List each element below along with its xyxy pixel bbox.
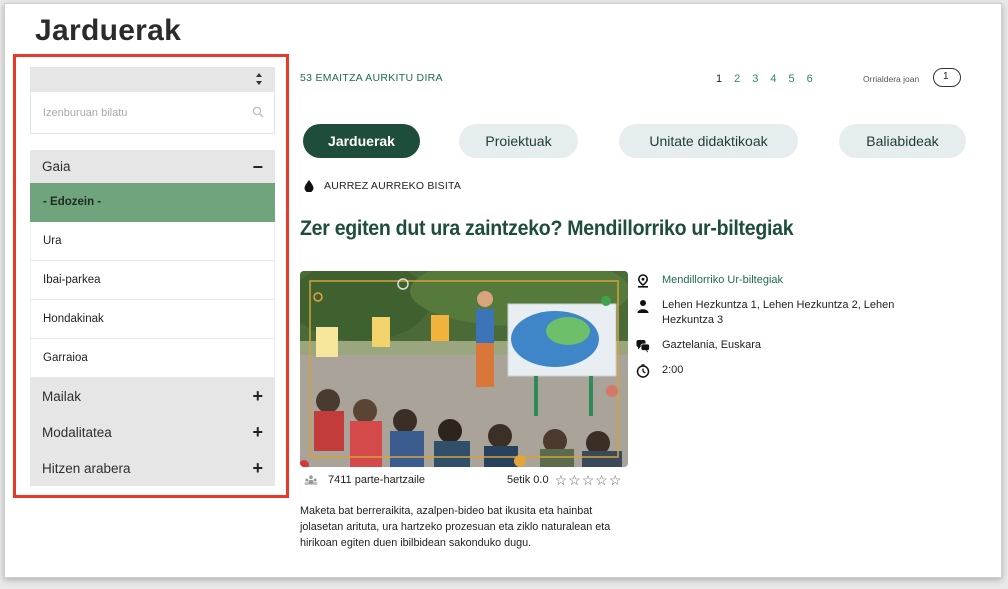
filter-section-mailak[interactable]: Mailak + (30, 378, 275, 414)
tab-jarduerak[interactable]: Jarduerak (303, 124, 420, 158)
search-input[interactable] (31, 92, 274, 133)
filter-section-modalitatea[interactable]: Modalitatea + (30, 414, 275, 450)
page-title: Jarduerak (35, 14, 182, 47)
expand-icon[interactable]: + (252, 459, 263, 477)
tab-unitate-didaktikoak[interactable]: Unitate didaktikoak (619, 124, 798, 158)
filter-section-label: Gaia (42, 159, 71, 174)
location-pin-icon (637, 274, 649, 288)
meta-duration: 2:00 (636, 363, 926, 378)
search-box (30, 92, 275, 134)
tab-baliabideak[interactable]: Baliabideak (839, 124, 966, 158)
activity-meta: Mendillorriko Ur-biltegiak Lehen Hezkunt… (636, 273, 926, 388)
chat-bubbles-icon (636, 340, 650, 353)
star-icon[interactable]: ☆ (609, 473, 622, 487)
meta-location: Mendillorriko Ur-biltegiak (636, 273, 926, 288)
levels-text: Lehen Hezkuntza 1, Lehen Hezkuntza 2, Le… (662, 299, 895, 326)
meta-levels: Lehen Hezkuntza 1, Lehen Hezkuntza 2, Le… (636, 298, 926, 328)
location-link[interactable]: Mendillorriko Ur-biltegiak (662, 273, 783, 288)
expand-icon[interactable]: + (252, 423, 263, 441)
activity-photo-image (300, 271, 628, 467)
star-icon[interactable]: ☆ (555, 473, 568, 487)
pagination: 1 2 3 4 5 6 (716, 73, 813, 85)
filter-item-any[interactable]: - Edozein - (30, 183, 275, 222)
page-link-2[interactable]: 2 (734, 73, 740, 85)
page-link-3[interactable]: 3 (752, 73, 758, 85)
filter-sidebar: Gaia − - Edozein - Ura Ibai-parkea Honda… (30, 67, 275, 486)
filter-section-gaia[interactable]: Gaia − (30, 150, 275, 183)
duration-text: 2:00 (662, 364, 684, 376)
rating-stars[interactable]: ☆ ☆ ☆ ☆ ☆ (555, 473, 622, 487)
filter-item-ibai-parkea[interactable]: Ibai-parkea (30, 261, 275, 300)
sort-arrows-icon (256, 73, 262, 85)
star-icon[interactable]: ☆ (595, 473, 608, 487)
expand-icon[interactable]: + (252, 387, 263, 405)
participants-count: 7411 parte-hartzaile (328, 474, 426, 486)
filter-section-hitzen-arabera[interactable]: Hitzen arabera + (30, 450, 275, 486)
filter-section-label: Hitzen arabera (42, 460, 131, 476)
page-link-5[interactable]: 5 (789, 73, 795, 85)
tab-proiektuak[interactable]: Proiektuak (459, 124, 578, 158)
group-icon (304, 475, 318, 485)
activity-category-label: AURREZ AURREKO BISITA (324, 180, 462, 192)
clock-icon (636, 364, 650, 378)
page-link-6[interactable]: 6 (807, 73, 813, 85)
rating: 5etik 0.0 ☆ ☆ ☆ ☆ ☆ (507, 473, 621, 487)
filter-item-garraioa[interactable]: Garraioa (30, 339, 275, 378)
results-count: 53 EMAITZA AURKITU DIRA (300, 72, 443, 84)
sort-select[interactable] (30, 67, 275, 92)
water-drop-icon (304, 180, 314, 192)
participants: 7411 parte-hartzaile (304, 474, 425, 486)
collapse-icon[interactable]: − (252, 158, 263, 176)
filter-section-label: Mailak (42, 388, 82, 404)
goto-page-label: Orrialdera joan (863, 74, 920, 84)
activity-photo[interactable] (300, 271, 628, 467)
rating-text: 5etik 0.0 (507, 474, 549, 486)
person-icon (637, 300, 649, 313)
activity-description: Maketa bat berreraikita, azalpen-bideo b… (300, 505, 611, 549)
search-icon[interactable] (252, 106, 264, 118)
languages-text: Gaztelania, Euskara (662, 339, 762, 351)
activity-title[interactable]: Zer egiten dut ura zaintzeko? Mendillorr… (300, 217, 794, 241)
goto-page-input[interactable]: 1 (933, 68, 961, 87)
star-icon[interactable]: ☆ (582, 473, 595, 487)
filter-section-label: Modalitatea (42, 424, 112, 440)
page-link-1[interactable]: 1 (716, 73, 722, 85)
activity-category: AURREZ AURREKO BISITA (304, 180, 461, 192)
filter-item-ura[interactable]: Ura (30, 222, 275, 261)
star-icon[interactable]: ☆ (568, 473, 581, 487)
page-link-4[interactable]: 4 (770, 73, 776, 85)
meta-languages: Gaztelania, Euskara (636, 338, 926, 353)
filter-item-hondakinak[interactable]: Hondakinak (30, 300, 275, 339)
